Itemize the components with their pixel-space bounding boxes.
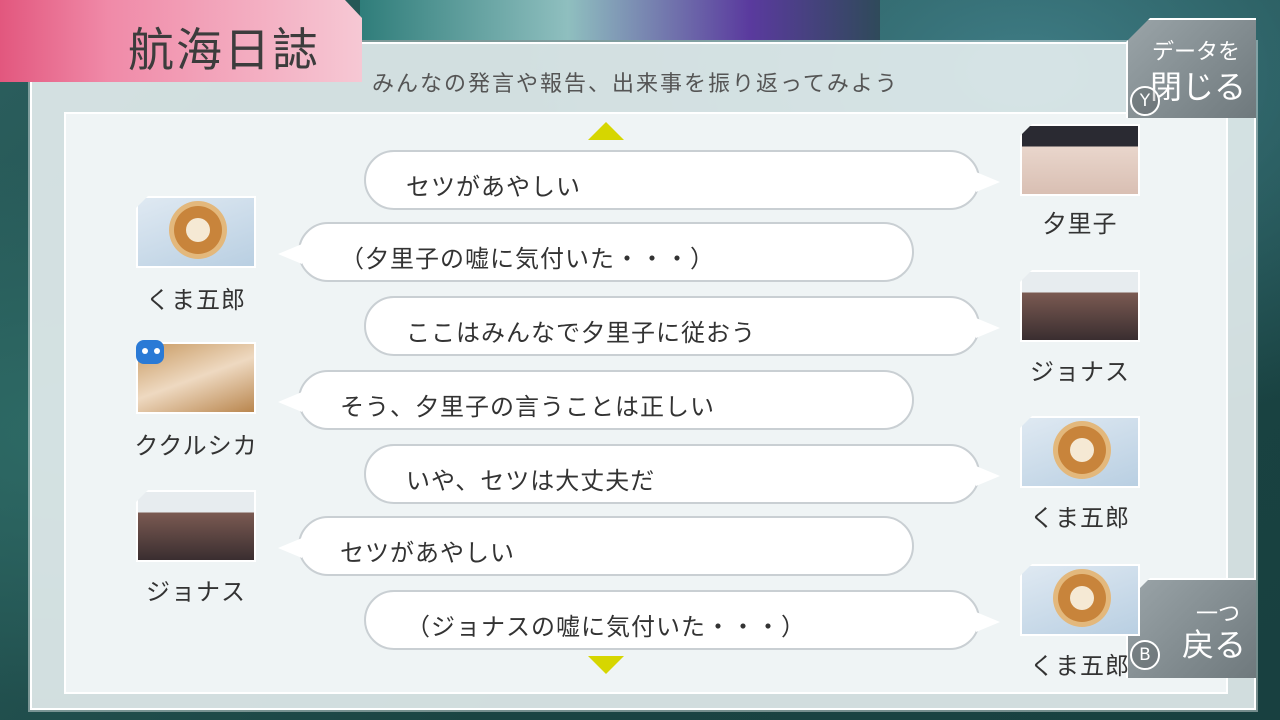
speaker-name: ククルシカ <box>134 432 258 460</box>
log-entry-bubble: （ジョナスの嘘に気付いた・・・） <box>364 590 1000 650</box>
background-art <box>360 0 880 40</box>
log-entry-bubble: そう、夕里子の言うことは正しい <box>278 370 914 430</box>
speaker-name: くま五郎 <box>146 286 246 314</box>
log-entry-text: セツがあやしい <box>406 173 581 201</box>
yuriko-portrait <box>1020 124 1140 196</box>
speaker-name: ジョナス <box>146 578 246 606</box>
speaker-name: ジョナス <box>1030 358 1130 386</box>
y-button-icon: Y <box>1130 86 1160 116</box>
log-entry-text: ここはみんなで夕里子に従おう <box>406 319 756 347</box>
robot-speaker-icon <box>134 334 168 372</box>
kumagoro-sun-icon <box>136 196 256 268</box>
speaker-name: くま五郎 <box>1030 504 1130 532</box>
log-entry-bubble: （夕里子の嘘に気付いた・・・） <box>278 222 914 282</box>
speaker-name: 夕里子 <box>1042 210 1118 238</box>
speaker-name: くま五郎 <box>1030 652 1130 680</box>
jonas-portrait <box>136 490 256 562</box>
close-button-line2: 閉じる <box>1149 68 1246 106</box>
log-entry-bubble: ここはみんなで夕里子に従おう <box>364 296 1000 356</box>
scroll-down-arrow-icon[interactable] <box>588 656 624 674</box>
kumagoro-sun-icon <box>1020 416 1140 488</box>
log-entry-text: （夕里子の嘘に気付いた・・・） <box>340 245 715 273</box>
log-entry-bubble: セツがあやしい <box>364 150 1000 210</box>
kumagoro-sun-icon <box>1020 564 1140 636</box>
back-button-line2: 戻る <box>1181 626 1246 664</box>
log-entry-text: そう、夕里子の言うことは正しい <box>340 393 715 421</box>
log-entry-text: （ジョナスの嘘に気付いた・・・） <box>406 613 806 641</box>
log-entry-bubble: いや、セツは大丈夫だ <box>364 444 1000 504</box>
log-entry-text: セツがあやしい <box>340 539 515 567</box>
scroll-up-arrow-icon[interactable] <box>588 122 624 140</box>
log-entry-text: いや、セツは大丈夫だ <box>406 467 656 495</box>
page-title: 航海日誌 <box>128 23 320 77</box>
log-entry-bubble: セツがあやしい <box>278 516 914 576</box>
page-subtitle: みんなの発言や報告、出来事を振り返ってみよう <box>372 72 899 97</box>
jonas-portrait <box>1020 270 1140 342</box>
